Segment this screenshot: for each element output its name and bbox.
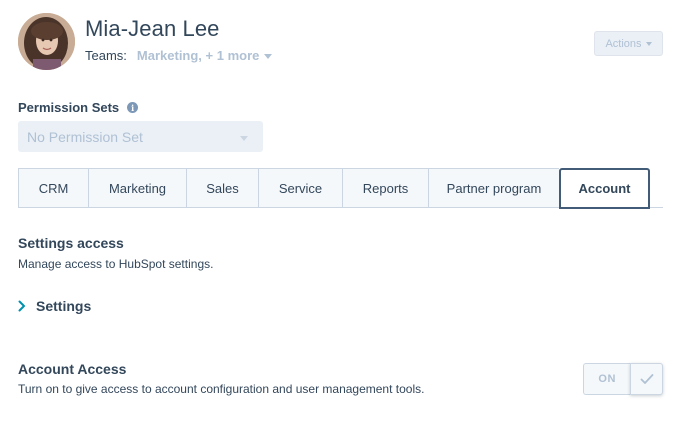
toggle-knob [630,363,663,395]
settings-access-description: Manage access to HubSpot settings. [18,257,214,271]
caret-down-icon [240,136,248,141]
tab-label: Sales [206,180,239,196]
caret-down-icon [264,53,273,59]
chevron-right-icon [18,300,25,312]
tab-label: CRM [38,180,69,196]
avatar [18,13,75,70]
actions-button[interactable]: Actions [594,31,663,56]
tab-partner-program[interactable]: Partner program [428,168,559,208]
tab-label: Partner program [446,180,542,196]
actions-label: Actions [605,37,642,50]
settings-expander[interactable]: Settings [18,298,91,314]
user-name: Mia-Jean Lee [85,16,220,41]
account-access-toggle[interactable]: ON [583,363,663,395]
tab-crm[interactable]: CRM [18,168,88,208]
tab-marketing[interactable]: Marketing [88,168,186,208]
teams-dropdown[interactable]: Marketing, + 1 more [136,48,273,63]
tab-service[interactable]: Service [258,168,342,208]
user-permissions-panel: Mia-Jean Lee Teams: Marketing, + 1 more … [0,0,688,421]
tab-label: Reports [362,180,409,196]
info-icon[interactable]: i [127,102,139,113]
permission-set-value: No Permission Set [27,128,143,145]
account-access-title: Account Access [18,361,127,377]
settings-label: Settings [36,298,92,314]
toggle-on-label: ON [583,363,631,395]
tab-label: Account [578,181,631,196]
avatar-photo [18,13,75,70]
check-icon [640,374,654,384]
settings-access-title: Settings access [18,235,124,251]
tab-account[interactable]: Account [559,168,650,209]
permission-sets-label: Permission Sets [18,100,120,115]
permission-sets-heading: Permission Sets i [18,100,139,115]
tab-sales[interactable]: Sales [186,168,258,208]
tab-reports[interactable]: Reports [342,168,428,208]
teams-value: Marketing, + 1 more [136,48,260,63]
tab-label: Service [278,180,323,196]
caret-down-icon [645,42,652,46]
teams-label: Teams: [85,48,127,63]
tab-label: Marketing [108,180,167,196]
permission-tabs: CRM Marketing Sales Service Reports Part… [18,168,663,209]
account-access-description: Turn on to give access to account config… [18,382,425,396]
permission-set-select[interactable]: No Permission Set [18,121,263,152]
teams-row: Teams: Marketing, + 1 more [85,48,273,63]
